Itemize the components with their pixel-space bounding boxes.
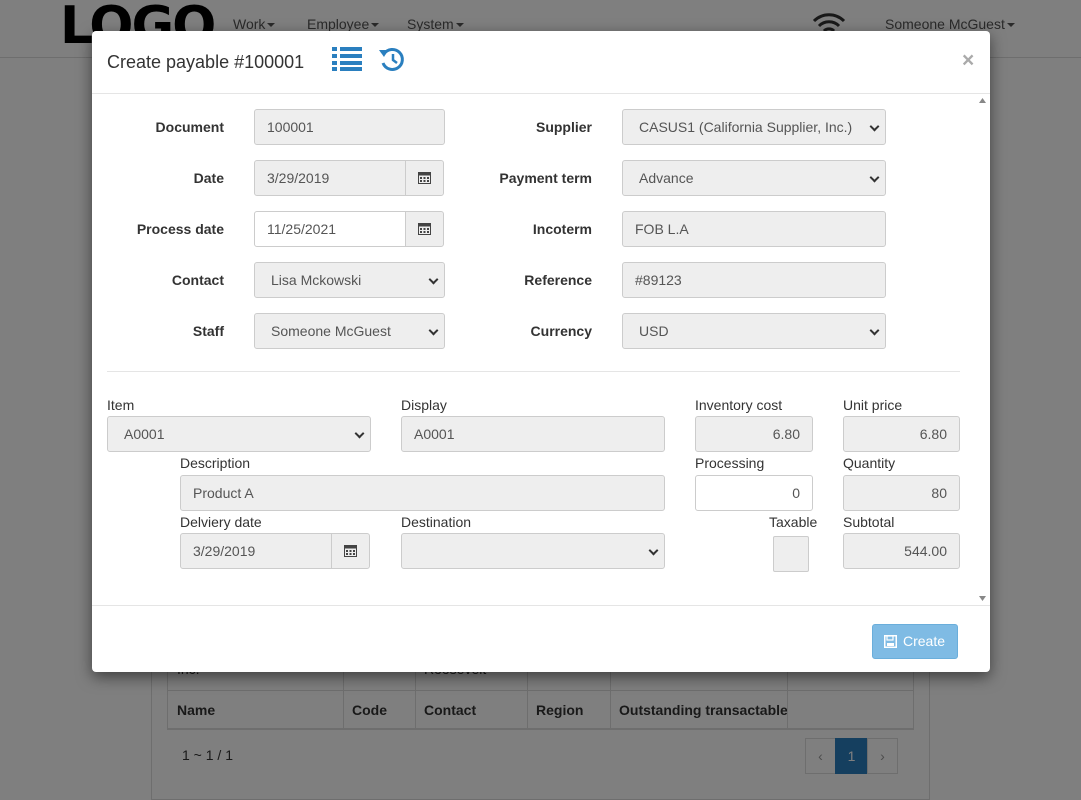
document-field[interactable]: 100001 xyxy=(254,109,445,145)
list-icon[interactable] xyxy=(332,47,362,71)
scroll-down-icon xyxy=(979,596,986,601)
staff-value: Someone McGuest xyxy=(271,323,391,339)
display-field[interactable]: A0001 xyxy=(401,416,665,452)
date-label: Date xyxy=(193,170,224,186)
save-icon xyxy=(884,635,897,648)
process-date-field[interactable]: 11/25/2021 xyxy=(254,211,407,247)
delivery-date-field[interactable]: 3/29/2019 xyxy=(180,533,333,569)
document-label: Document xyxy=(155,119,224,135)
unit-price-field[interactable]: 6.80 xyxy=(843,416,960,452)
contact-label: Contact xyxy=(171,272,224,288)
taxable-checkbox[interactable] xyxy=(773,536,809,572)
supplier-label: Supplier xyxy=(535,119,592,135)
supplier-select[interactable]: CASUS1 (California Supplier, Inc.) xyxy=(622,109,886,145)
process-date-picker-button[interactable] xyxy=(405,211,444,247)
item-value: A0001 xyxy=(124,426,165,442)
chevron-down-icon xyxy=(869,172,880,183)
currency-label: Currency xyxy=(530,323,592,339)
create-payable-modal: Create payable #100001 × Document 100001… xyxy=(92,31,990,672)
incoterm-label: Incoterm xyxy=(532,221,592,237)
calendar-icon xyxy=(418,172,431,184)
inventory-cost-field[interactable]: 6.80 xyxy=(695,416,813,452)
date-picker-button[interactable] xyxy=(405,160,444,196)
history-icon[interactable] xyxy=(379,46,406,73)
unit-price-label: Unit price xyxy=(843,397,903,413)
currency-value: USD xyxy=(639,323,669,339)
quantity-field[interactable]: 80 xyxy=(843,475,960,511)
inventory-cost-label: Inventory cost xyxy=(695,397,783,413)
modal-header: Create payable #100001 × xyxy=(92,31,990,94)
contact-value: Lisa Mckowski xyxy=(271,272,362,288)
staff-select[interactable]: Someone McGuest xyxy=(254,313,445,349)
calendar-icon xyxy=(418,223,431,235)
taxable-label: Taxable xyxy=(769,514,818,530)
payment-term-select[interactable]: Advance xyxy=(622,160,886,196)
chevron-down-icon xyxy=(869,121,880,132)
modal-title: Create payable #100001 xyxy=(107,52,305,72)
modal-footer: Create xyxy=(92,605,990,672)
delivery-date-picker-button[interactable] xyxy=(331,533,370,569)
display-label: Display xyxy=(401,397,447,413)
chevron-down-icon xyxy=(428,274,439,285)
scrollbar[interactable] xyxy=(975,94,990,605)
staff-label: Staff xyxy=(192,323,224,339)
delivery-date-label: Delviery date xyxy=(180,514,262,530)
item-select[interactable]: A0001 xyxy=(107,416,371,452)
description-field[interactable]: Product A xyxy=(180,475,665,511)
process-date-label: Process date xyxy=(136,221,224,237)
description-label: Description xyxy=(180,455,251,471)
create-button[interactable]: Create xyxy=(872,624,958,659)
supplier-value: CASUS1 (California Supplier, Inc.) xyxy=(639,119,853,135)
modal-body: Document 100001 Date 3/29/2019 Process d… xyxy=(92,94,990,605)
chevron-down-icon xyxy=(428,325,439,336)
destination-select[interactable] xyxy=(401,533,665,569)
chevron-down-icon xyxy=(648,545,659,556)
date-field[interactable]: 3/29/2019 xyxy=(254,160,407,196)
payment-term-value: Advance xyxy=(639,170,694,186)
incoterm-field[interactable]: FOB L.A xyxy=(622,211,886,247)
destination-label: Destination xyxy=(401,514,472,530)
processing-label: Processing xyxy=(695,455,765,471)
reference-label: Reference xyxy=(524,272,592,288)
payment-term-label: Payment term xyxy=(499,170,592,186)
reference-field[interactable]: #89123 xyxy=(622,262,886,298)
subtotal-field[interactable]: 544.00 xyxy=(843,533,960,569)
quantity-label: Quantity xyxy=(843,455,896,471)
close-button[interactable]: × xyxy=(962,50,974,71)
calendar-icon xyxy=(344,545,357,557)
contact-select[interactable]: Lisa Mckowski xyxy=(254,262,445,298)
chevron-down-icon xyxy=(354,428,365,439)
create-button-label: Create xyxy=(903,633,946,649)
subtotal-label: Subtotal xyxy=(843,514,895,530)
currency-select[interactable]: USD xyxy=(622,313,886,349)
divider xyxy=(107,371,960,372)
chevron-down-icon xyxy=(869,325,880,336)
item-label: Item xyxy=(107,397,135,413)
processing-field[interactable]: 0 xyxy=(695,475,813,511)
scroll-up-icon xyxy=(979,98,986,103)
